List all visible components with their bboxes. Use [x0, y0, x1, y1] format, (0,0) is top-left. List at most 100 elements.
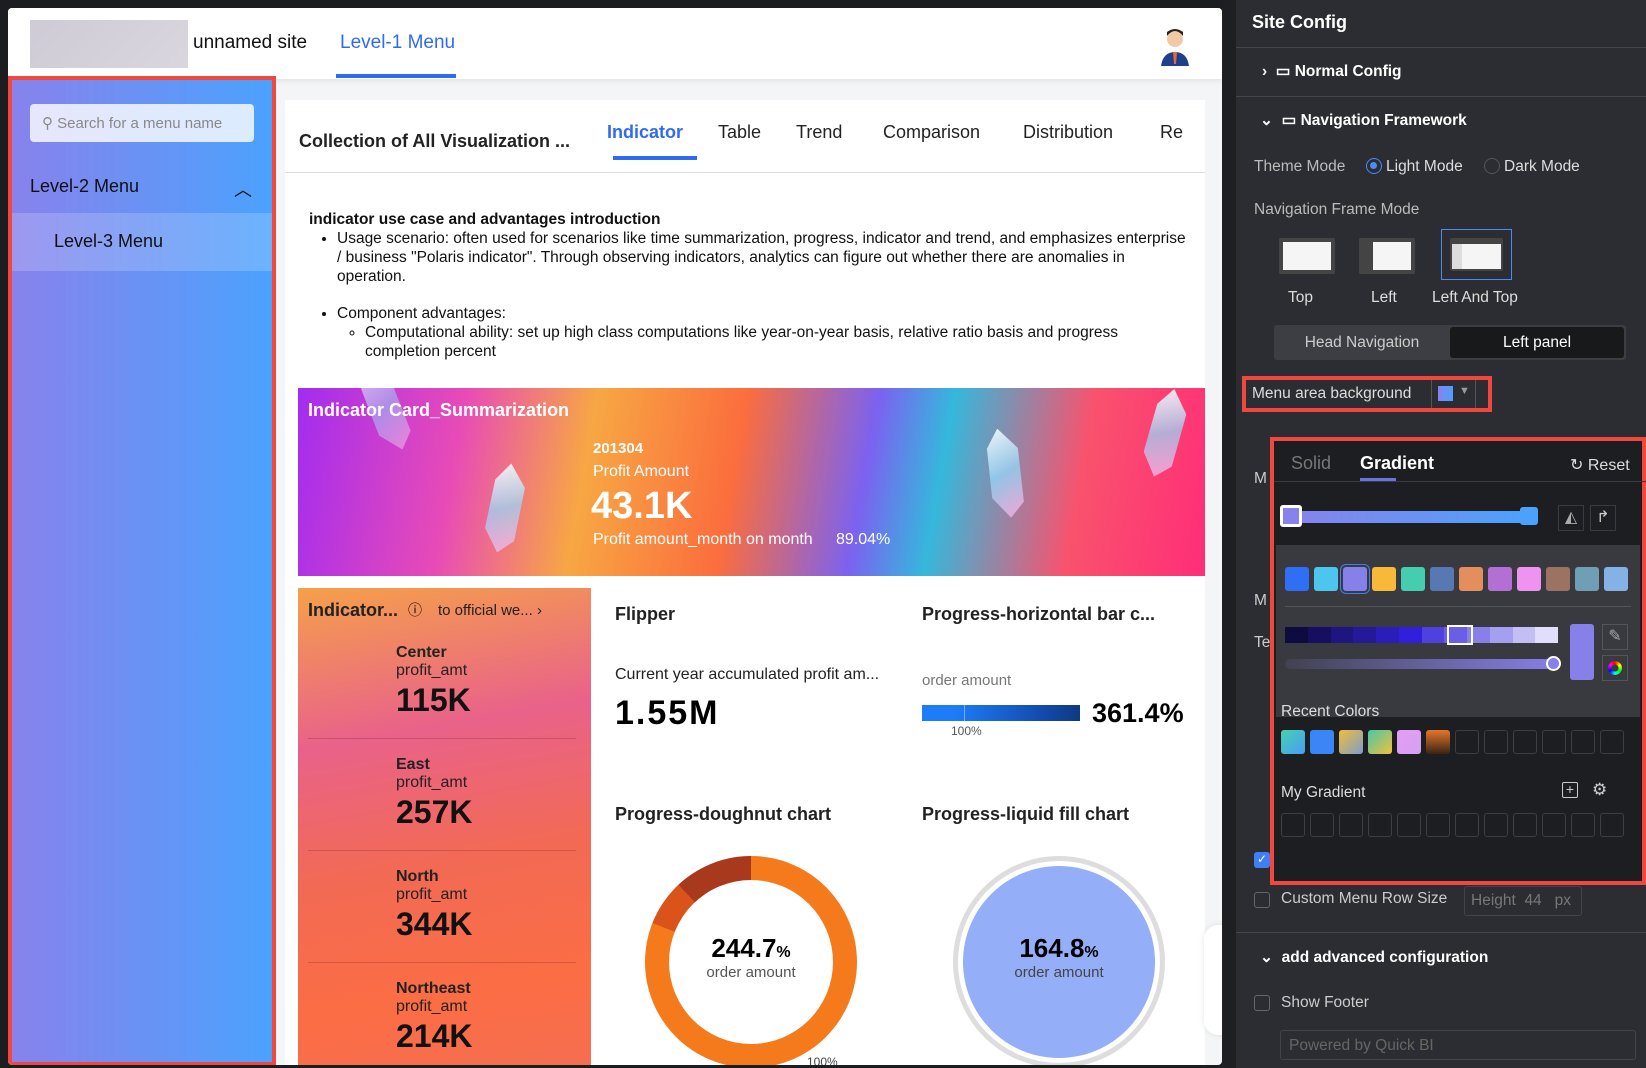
frame-left-and-top-label[interactable]: Left And Top: [1432, 289, 1518, 307]
banner-title: Indicator Card_Summarization: [308, 400, 570, 420]
tab-more[interactable]: Re: [1160, 122, 1183, 143]
frame-left-label[interactable]: Left: [1371, 289, 1397, 307]
frame-top-label[interactable]: Top: [1288, 289, 1313, 307]
menu-level2[interactable]: Level-2 Menu ︿: [30, 176, 258, 200]
doughnut-title: Progress-doughnut chart: [615, 804, 832, 824]
intro-advantages: Component advantages:: [337, 305, 506, 322]
shade-cell[interactable]: [1421, 627, 1445, 643]
color-preview: [1438, 386, 1453, 401]
user-avatar-icon[interactable]: [1158, 26, 1192, 66]
shade-cell[interactable]: [1535, 627, 1558, 643]
shade-cell[interactable]: [1376, 627, 1399, 643]
gear-icon[interactable]: ⚙: [1592, 780, 1607, 800]
row-height-input[interactable]: Height 44 px: [1464, 886, 1582, 916]
divider: [1274, 481, 1646, 482]
progress-bar-value: 361.4%: [1092, 698, 1184, 728]
preset-swatch[interactable]: [1575, 567, 1599, 591]
frame-left-and-top-option[interactable]: [1441, 229, 1512, 280]
light-mode-radio[interactable]: [1366, 158, 1382, 174]
shade-cell[interactable]: [1285, 627, 1308, 643]
preset-swatch[interactable]: [1372, 567, 1396, 591]
shade-cell[interactable]: [1330, 627, 1354, 643]
crystal-decoration: [482, 461, 528, 555]
recent-color-swatch[interactable]: [1310, 730, 1334, 754]
tab-solid[interactable]: Solid: [1291, 453, 1331, 474]
shade-cell[interactable]: [1489, 627, 1513, 643]
show-footer-checkbox[interactable]: [1254, 995, 1270, 1011]
tab-trend[interactable]: Trend: [796, 122, 842, 143]
side-menu: ⚲ Search for a menu name Level-2 Menu ︿ L…: [8, 76, 276, 1065]
tab-gradient[interactable]: Gradient: [1360, 453, 1434, 474]
banner-mom-label: Profit amount_month on month: [593, 531, 813, 548]
floating-toolbar[interactable]: [1204, 925, 1222, 1035]
divider: [308, 738, 576, 739]
eyedropper-icon[interactable]: ✎: [1602, 624, 1628, 650]
recent-color-swatch[interactable]: [1368, 730, 1392, 754]
frame-top-option[interactable]: [1279, 238, 1335, 274]
flip-gradient-icon[interactable]: ◭: [1558, 505, 1584, 531]
preset-swatch[interactable]: [1488, 567, 1512, 591]
shade-cell[interactable]: [1398, 627, 1422, 643]
shade-cell[interactable]: [1353, 627, 1376, 643]
frame-left-option[interactable]: [1359, 238, 1415, 274]
intro-computational: Computational ability: set up high class…: [365, 323, 1189, 361]
banner-period: 201304: [593, 440, 644, 457]
shade-cell[interactable]: [1512, 627, 1536, 643]
preset-swatch[interactable]: [1314, 567, 1338, 591]
liquid-unit: %: [1084, 944, 1099, 961]
dark-mode-radio[interactable]: [1484, 158, 1500, 174]
shade-cell[interactable]: [1307, 627, 1331, 643]
navigation-framework-section[interactable]: ⌄ ▭ Navigation Framework: [1260, 111, 1467, 130]
rotate-gradient-icon[interactable]: ↱: [1590, 505, 1616, 531]
recent-color-swatch[interactable]: [1281, 730, 1305, 754]
preset-swatch[interactable]: [1517, 567, 1541, 591]
menu-level3[interactable]: Level-3 Menu: [12, 213, 272, 271]
official-website-link[interactable]: to official we... ›: [438, 602, 542, 619]
tab-table[interactable]: Table: [718, 122, 761, 143]
recent-color-swatch[interactable]: [1339, 730, 1363, 754]
tab-distribution[interactable]: Distribution: [1023, 122, 1113, 143]
recent-color-swatch[interactable]: [1426, 730, 1450, 754]
empty-gradient-slot: [1513, 813, 1537, 837]
gradient-stop-end[interactable]: [1520, 507, 1538, 525]
gradient-stop-start[interactable]: [1280, 505, 1302, 527]
doughnut-center: 244.7% order amount: [645, 933, 857, 981]
shade-bar[interactable]: [1285, 627, 1558, 643]
preset-swatch[interactable]: [1430, 567, 1454, 591]
nav-level1-menu[interactable]: Level-1 Menu: [340, 32, 455, 54]
menu-search-input[interactable]: ⚲ Search for a menu name: [30, 104, 254, 142]
empty-color-slot: [1484, 730, 1508, 754]
chevron-up-icon: ︿: [234, 180, 252, 200]
segment-head-navigation[interactable]: Head Navigation: [1274, 325, 1450, 360]
preset-swatch[interactable]: [1604, 567, 1628, 591]
custom-row-size-checkbox[interactable]: [1254, 892, 1270, 908]
gradient-slider[interactable]: [1288, 511, 1528, 523]
shade-selector[interactable]: [1447, 625, 1473, 645]
tab-comparison[interactable]: Comparison: [883, 122, 980, 143]
reset-button[interactable]: ↻ Reset: [1570, 455, 1630, 475]
segment-left-panel[interactable]: Left panel: [1450, 327, 1624, 358]
dark-mode-label[interactable]: Dark Mode: [1504, 158, 1580, 176]
normal-config-section[interactable]: › ▭ Normal Config: [1262, 62, 1402, 81]
light-mode-label[interactable]: Light Mode: [1386, 158, 1463, 176]
footer-text-input[interactable]: Powered by Quick BI: [1280, 1030, 1636, 1060]
alpha-slider[interactable]: [1285, 659, 1558, 669]
preset-swatch[interactable]: [1401, 567, 1425, 591]
selected-color-preview: [1570, 624, 1594, 680]
alpha-handle[interactable]: [1546, 656, 1561, 671]
info-icon[interactable]: ⓘ: [408, 600, 422, 620]
advanced-config-section[interactable]: ⌄ add advanced configuration: [1260, 948, 1488, 967]
recent-color-swatch[interactable]: [1397, 730, 1421, 754]
preset-swatch[interactable]: [1340, 564, 1370, 594]
preset-swatch[interactable]: [1459, 567, 1483, 591]
monitor-icon: ▭: [1281, 112, 1301, 129]
color-wheel-icon[interactable]: [1602, 655, 1628, 681]
crystal-decoration: [351, 388, 420, 456]
doughnut-marker: 100%: [807, 1055, 838, 1065]
add-gradient-icon[interactable]: +: [1562, 782, 1578, 798]
menu-bg-color-dropdown[interactable]: ▼: [1431, 380, 1476, 408]
checked-checkbox[interactable]: ✓: [1254, 852, 1270, 868]
preset-swatch[interactable]: [1546, 567, 1570, 591]
tab-indicator[interactable]: Indicator: [607, 122, 683, 143]
preset-swatch[interactable]: [1285, 567, 1309, 591]
